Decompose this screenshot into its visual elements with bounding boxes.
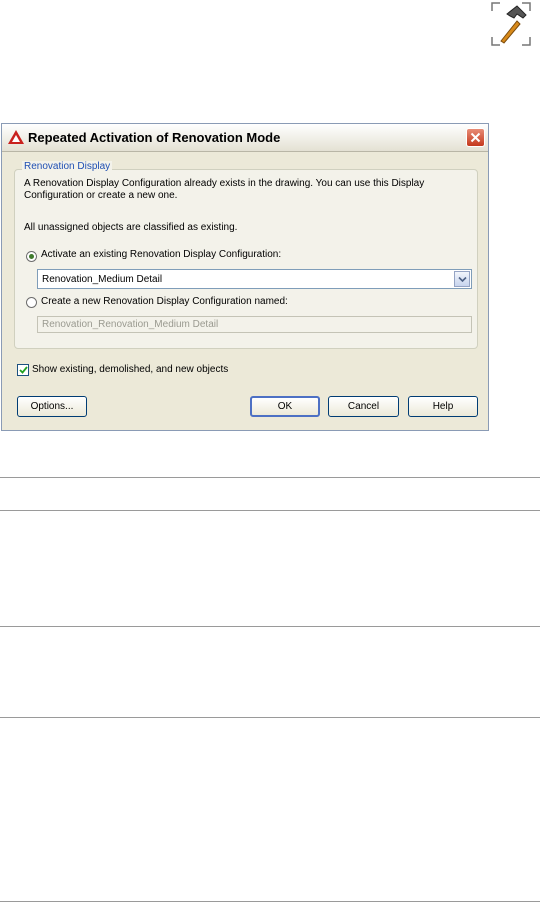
info-text: All unassigned objects are classified as…: [24, 222, 238, 233]
radio-button[interactable]: [26, 297, 37, 308]
renovation-dialog: Repeated Activation of Renovation Mode R…: [1, 123, 489, 431]
dialog-title: Repeated Activation of Renovation Mode: [28, 130, 281, 145]
radio-activate-existing-label: Activate an existing Renovation Display …: [41, 249, 282, 260]
radio-button[interactable]: [26, 251, 37, 262]
hammer-icon: [490, 1, 532, 47]
new-configuration-name-input[interactable]: Renovation_Renovation_Medium Detail: [37, 316, 472, 333]
divider: [0, 901, 540, 902]
input-value: Renovation_Renovation_Medium Detail: [42, 319, 219, 330]
checkmark-icon: [18, 366, 28, 374]
divider: [0, 717, 540, 718]
chevron-down-icon[interactable]: [454, 271, 470, 287]
existing-configuration-select[interactable]: Renovation_Medium Detail: [37, 269, 472, 289]
dialog-titlebar: Repeated Activation of Renovation Mode: [2, 124, 488, 152]
group-label: Renovation Display: [22, 161, 113, 172]
description-line-2: Configuration or create a new one.: [24, 190, 178, 201]
radio-create-new-label: Create a new Renovation Display Configur…: [41, 296, 288, 307]
description-line-1: A Renovation Display Configuration alrea…: [24, 178, 425, 189]
show-objects-label: Show existing, demolished, and new objec…: [32, 364, 229, 375]
close-button[interactable]: [466, 128, 485, 147]
close-icon: [470, 132, 481, 143]
ok-button[interactable]: OK: [250, 396, 320, 417]
help-button[interactable]: Help: [408, 396, 478, 417]
divider: [0, 626, 540, 627]
autocad-logo-icon: [7, 129, 25, 145]
cancel-button[interactable]: Cancel: [328, 396, 399, 417]
show-objects-checkbox[interactable]: [17, 364, 29, 376]
options-button[interactable]: Options...: [17, 396, 87, 417]
select-value: Renovation_Medium Detail: [42, 274, 163, 285]
divider: [0, 510, 540, 511]
divider: [0, 477, 540, 478]
